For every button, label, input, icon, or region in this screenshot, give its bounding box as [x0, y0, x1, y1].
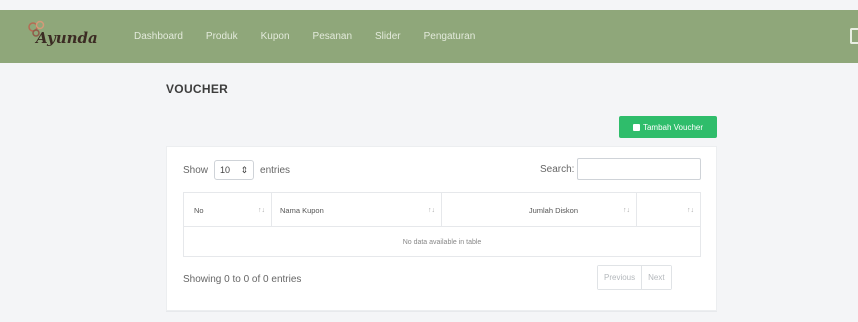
column-header-jumlah-diskon-label: Jumlah Diskon: [528, 205, 578, 215]
card-bottom-divider: [166, 311, 717, 312]
nav-pengaturan[interactable]: Pengaturan: [424, 31, 476, 42]
nav-dashboard[interactable]: Dashboard: [134, 31, 183, 42]
empty-table-message: No data available in table: [402, 238, 482, 246]
brand-logo[interactable]: Ayunda: [26, 20, 106, 54]
table-info: Showing 0 to 0 of 0 entries: [183, 274, 302, 285]
entries-label: entries: [260, 164, 291, 176]
add-voucher-button-label: Tambah Voucher: [642, 122, 704, 132]
table-header: No ↑↓ Nama Kupon ↑↓ Jumlah Diskon ↑↓ ↑↓: [184, 193, 700, 227]
nav-pesanan[interactable]: Pesanan: [313, 31, 352, 42]
column-header-jumlah-diskon[interactable]: Jumlah Diskon ↑↓: [442, 193, 637, 227]
show-label: Show: [183, 164, 209, 176]
brand-logo-text: Ayunda: [36, 29, 98, 47]
plus-icon: [632, 123, 640, 131]
nav-kupon[interactable]: Kupon: [261, 31, 290, 42]
search-label: Search:: [540, 164, 575, 175]
top-navbar: Ayunda Dashboard Produk Kupon Pesanan Sl…: [0, 10, 858, 63]
search-input[interactable]: [577, 158, 701, 180]
sort-icon: ↑↓: [687, 206, 694, 214]
add-voucher-button[interactable]: Tambah Voucher: [619, 116, 717, 138]
entries-select[interactable]: 10 ⇕: [214, 160, 255, 180]
nav-slider[interactable]: Slider: [375, 31, 401, 42]
nav-produk[interactable]: Produk: [206, 31, 238, 42]
sort-icon: ↑↓: [258, 206, 265, 214]
previous-page-button[interactable]: Previous: [598, 266, 642, 289]
column-header-no-label: No: [194, 205, 204, 215]
select-arrow-icon: ⇕: [240, 164, 249, 175]
sort-icon: ↑↓: [428, 206, 435, 214]
column-header-no[interactable]: No ↑↓: [184, 193, 272, 227]
sort-icon: ↑↓: [623, 206, 630, 214]
logout-icon[interactable]: [850, 28, 858, 44]
main-navigation: Dashboard Produk Kupon Pesanan Slider Pe…: [134, 10, 475, 63]
next-page-button[interactable]: Next: [641, 266, 671, 289]
column-header-actions[interactable]: ↑↓: [637, 193, 700, 227]
entries-length-control: Show 10 ⇕ entries: [183, 159, 290, 181]
column-header-nama-kupon-label: Nama Kupon: [280, 205, 324, 215]
column-header-nama-kupon[interactable]: Nama Kupon ↑↓: [272, 193, 442, 227]
pagination: Previous Next: [597, 265, 672, 290]
page-title: VOUCHER: [166, 82, 229, 96]
voucher-table: No ↑↓ Nama Kupon ↑↓ Jumlah Diskon ↑↓ ↑↓ …: [183, 192, 701, 257]
entries-select-value: 10: [220, 165, 231, 175]
